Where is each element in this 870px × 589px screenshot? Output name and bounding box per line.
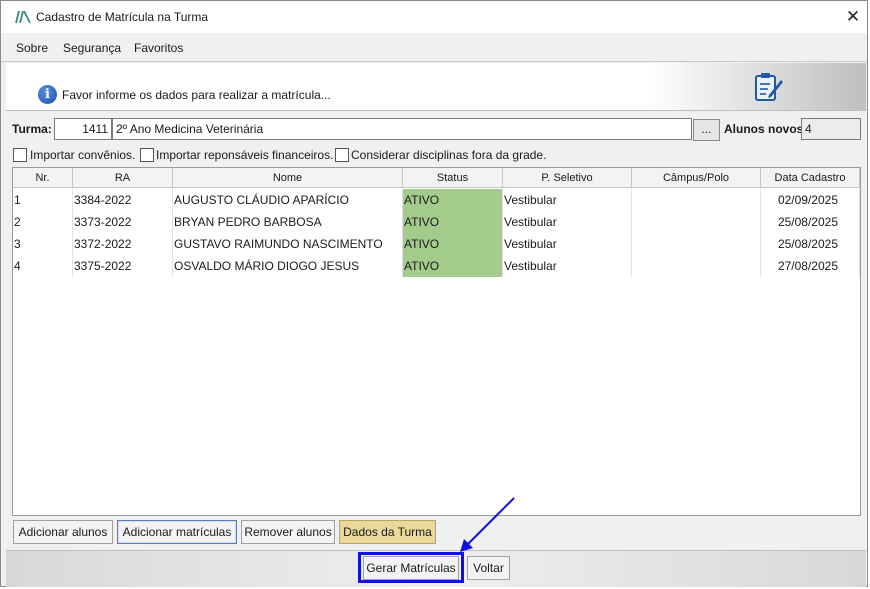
cell-nr: 1 [13, 189, 73, 211]
cell-data: 25/08/2025 [761, 233, 860, 255]
adicionar-matriculas-button[interactable]: Adicionar matrículas [117, 520, 237, 544]
cell-seletivo: Vestibular [503, 233, 632, 255]
considerar-disciplinas-checkbox[interactable] [335, 148, 349, 162]
cell-seletivo: Vestibular [503, 189, 632, 211]
turma-lookup-button[interactable]: ... [693, 119, 720, 141]
column-header-status[interactable]: Status [403, 168, 503, 188]
cell-campus [632, 189, 761, 211]
app-window: Cadastro de Matrícula na Turma ✕ Sobre S… [0, 0, 868, 587]
info-banner: i Favor informe os dados para realizar a… [6, 63, 866, 111]
window-title: Cadastro de Matrícula na Turma [36, 10, 209, 24]
document-edit-icon [755, 73, 783, 101]
cell-ra: 3384-2022 [73, 189, 173, 211]
cell-ra: 3373-2022 [73, 211, 173, 233]
cell-nome: OSVALDO MÁRIO DIOGO JESUS [173, 255, 403, 277]
cell-ra: 3372-2022 [73, 233, 173, 255]
cell-data: 27/08/2025 [761, 255, 860, 277]
annotation-highlight-box [358, 552, 464, 583]
cell-seletivo: Vestibular [503, 211, 632, 233]
column-header-seletivo[interactable]: P. Seletivo [503, 168, 632, 188]
cell-status: ATIVO [403, 233, 503, 255]
turma-row: Turma: 1411 2º Ano Medicina Veterinária … [1, 118, 867, 142]
table-row[interactable]: 4 3375-2022 OSVALDO MÁRIO DIOGO JESUS AT… [13, 255, 860, 277]
menu-item-favoritos[interactable]: Favoritos [134, 41, 183, 55]
column-header-nr[interactable]: Nr. [13, 168, 73, 188]
table-row[interactable]: 3 3372-2022 GUSTAVO RAIMUNDO NASCIMENTO … [13, 233, 860, 255]
turma-name-field[interactable]: 2º Ano Medicina Veterinária [112, 118, 692, 140]
cell-data: 02/09/2025 [761, 189, 860, 211]
cell-campus [632, 255, 761, 277]
column-header-nome[interactable]: Nome [173, 168, 403, 188]
cell-data: 25/08/2025 [761, 211, 860, 233]
adicionar-alunos-button[interactable]: Adicionar alunos [13, 520, 113, 544]
cell-nr: 2 [13, 211, 73, 233]
importar-responsaveis-checkbox[interactable] [140, 148, 154, 162]
dados-turma-button[interactable]: Dados da Turma [339, 520, 436, 544]
table-row[interactable]: 2 3373-2022 BRYAN PEDRO BARBOSA ATIVO Ve… [13, 211, 860, 233]
info-icon: i [38, 85, 57, 104]
cell-campus [632, 211, 761, 233]
menu-bar: Sobre Segurança Favoritos [1, 33, 867, 62]
banner-message: Favor informe os dados para realizar a m… [62, 88, 331, 102]
cell-seletivo: Vestibular [503, 255, 632, 277]
importar-convenios-checkbox[interactable] [13, 148, 27, 162]
column-header-data[interactable]: Data Cadastro [761, 168, 860, 188]
cell-status: ATIVO [403, 255, 503, 277]
importar-convenios-label[interactable]: Importar convênios. [30, 148, 135, 162]
cell-nome: AUGUSTO CLÁUDIO APARÍCIO [173, 189, 403, 211]
considerar-disciplinas-label[interactable]: Considerar disciplinas fora da grade. [351, 148, 546, 162]
close-icon[interactable]: ✕ [841, 6, 865, 28]
cell-nr: 4 [13, 255, 73, 277]
app-logo-icon [15, 10, 31, 24]
alunos-novos-field: 4 [801, 118, 861, 140]
voltar-button[interactable]: Voltar [467, 556, 510, 580]
cell-campus [632, 233, 761, 255]
title-bar: Cadastro de Matrícula na Turma ✕ [1, 1, 867, 33]
turma-label: Turma: [12, 122, 52, 136]
menu-item-seguranca[interactable]: Segurança [63, 41, 121, 55]
table-row[interactable]: 1 3384-2022 AUGUSTO CLÁUDIO APARÍCIO ATI… [13, 189, 860, 211]
column-header-ra[interactable]: RA [73, 168, 173, 188]
cell-nome: GUSTAVO RAIMUNDO NASCIMENTO [173, 233, 403, 255]
cell-status: ATIVO [403, 211, 503, 233]
students-grid[interactable]: Nr. RA Nome Status P. Seletivo Câmpus/Po… [12, 167, 861, 516]
cell-status: ATIVO [403, 189, 503, 211]
cell-nr: 3 [13, 233, 73, 255]
cell-ra: 3375-2022 [73, 255, 173, 277]
turma-code-field[interactable]: 1411 [54, 118, 112, 140]
column-header-campus[interactable]: Câmpus/Polo [632, 168, 761, 188]
importar-responsaveis-label[interactable]: Importar reponsáveis financeiros. [156, 148, 333, 162]
alunos-novos-label: Alunos novos: [724, 122, 808, 136]
remover-alunos-button[interactable]: Remover alunos [241, 520, 335, 544]
annotation-arrow-icon [460, 497, 515, 552]
menu-item-sobre[interactable]: Sobre [16, 41, 48, 55]
cell-nome: BRYAN PEDRO BARBOSA [173, 211, 403, 233]
